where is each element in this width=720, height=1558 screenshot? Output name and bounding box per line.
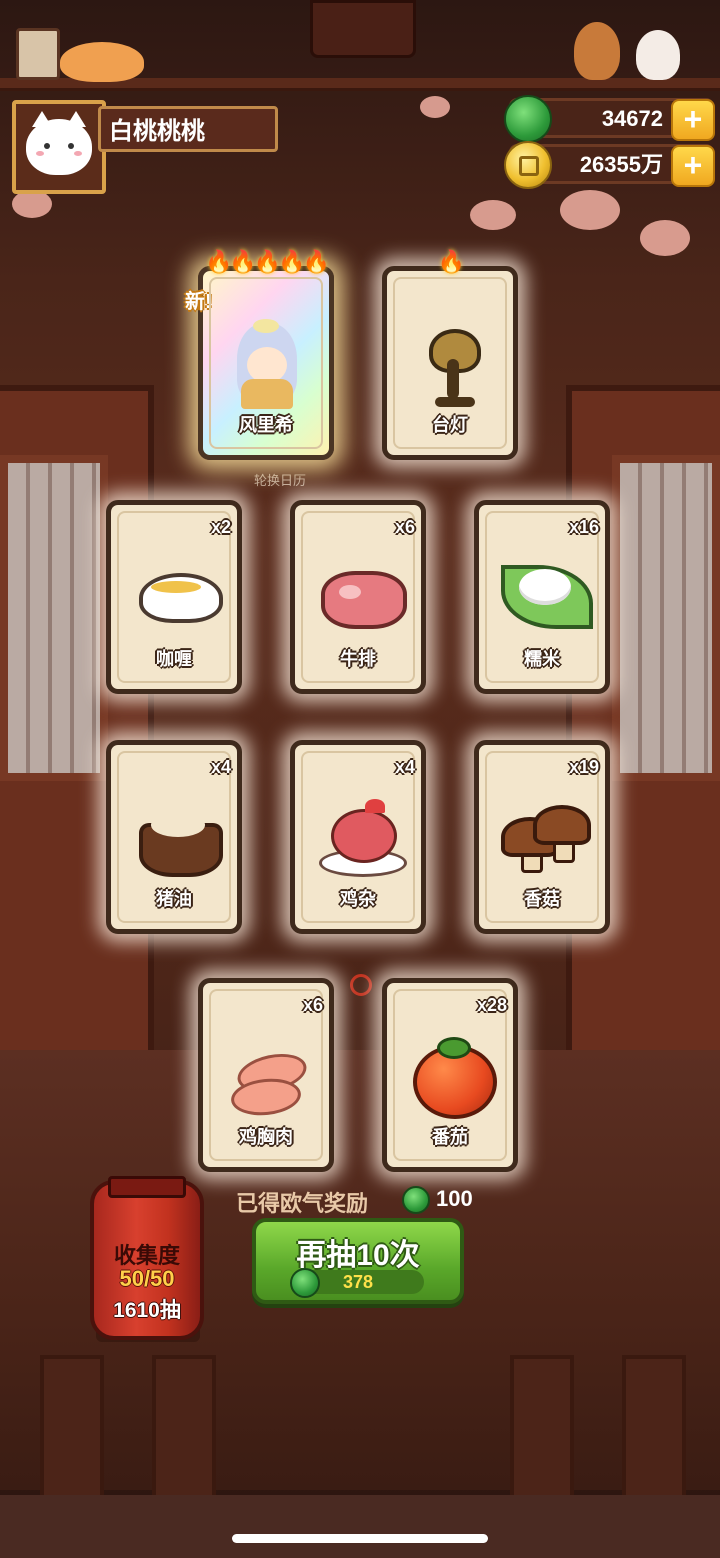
gold-currency-bar: 26355万 + — [504, 141, 715, 189]
card-quantity: x6 — [394, 517, 415, 537]
card-name: 咖喱 — [156, 649, 192, 669]
scroll-decoration-icon — [16, 28, 60, 80]
card-quantity: x28 — [476, 995, 507, 1015]
add-gold-button[interactable]: + — [671, 145, 715, 187]
white-cat-avatar-icon — [26, 111, 92, 175]
card-curry[interactable]: x2 咖喱 — [106, 500, 242, 694]
card-quantity: x4 — [210, 757, 231, 777]
card-name: 猪油 — [156, 889, 192, 909]
card-quantity: x4 — [394, 757, 415, 777]
card-fenglixi[interactable]: 🔥🔥🔥🔥🔥 新! 风里希 — [185, 249, 334, 460]
blossom-decoration — [12, 190, 52, 218]
bottom-bar — [0, 1495, 720, 1558]
flame-rating-icon: 🔥🔥🔥🔥🔥 — [205, 249, 330, 274]
fence-post — [622, 1355, 686, 1503]
collection-lantern[interactable]: 收集度 50/50 1610抽 — [90, 1176, 204, 1340]
player-avatar[interactable] — [12, 100, 106, 194]
card-lard[interactable]: x4 猪油 — [106, 740, 242, 934]
add-jade-button[interactable]: + — [671, 99, 715, 141]
card-quantity: x6 — [302, 995, 323, 1015]
steak-icon — [315, 553, 407, 639]
card-tomato[interactable]: x28 番茄 — [382, 978, 518, 1172]
chicken-breast-icon — [223, 1031, 310, 1119]
glutinous-rice-icon — [499, 553, 593, 639]
desk-lamp-icon — [407, 319, 493, 407]
card-name: 台灯 — [432, 415, 468, 435]
draw-again-label: 再抽10次 — [296, 1239, 420, 1272]
card-name: 香菇 — [524, 889, 560, 909]
tomato-icon — [407, 1031, 497, 1119]
card-name: 风里希 — [239, 415, 293, 435]
blossom-decoration — [470, 200, 516, 230]
collection-progress: 50/50 — [119, 1266, 175, 1291]
luck-reward-value: 100 — [436, 1186, 473, 1211]
fence-post — [152, 1355, 216, 1503]
fence-post — [510, 1355, 574, 1503]
card-desk-lamp[interactable]: 🔥 台灯 — [382, 249, 518, 460]
home-indicator[interactable] — [232, 1534, 488, 1543]
lard-icon — [131, 793, 223, 879]
card-name: 牛排 — [340, 649, 376, 669]
draw-cost: 378 — [342, 1272, 374, 1292]
card-chicken-giblets[interactable]: x4 鸡杂 — [290, 740, 426, 934]
jade-coin-icon — [504, 95, 552, 143]
boy-figure-decoration — [574, 22, 620, 80]
card-name: 鸡胸肉 — [239, 1127, 293, 1147]
blossom-decoration — [640, 220, 690, 256]
card-quantity: x2 — [210, 517, 231, 537]
chicken-giblets-icon — [315, 793, 407, 879]
draw-again-button[interactable]: 再抽10次 378 — [252, 1218, 464, 1304]
blossom-decoration — [420, 96, 450, 118]
blossom-decoration — [560, 190, 620, 230]
card-quantity: x16 — [568, 517, 599, 537]
rotation-calendar-label: 轮换日历 — [254, 473, 307, 488]
card-shiitake[interactable]: x19 香菇 — [474, 740, 610, 934]
tabby-cat-decoration — [60, 42, 144, 82]
top-sign-mascot — [310, 0, 416, 58]
copper-coin-icon — [504, 141, 552, 189]
left-window — [0, 455, 108, 781]
jade-currency-bar: 34672 + — [504, 95, 715, 143]
player-name: 白桃桃桃 — [98, 106, 278, 152]
target-marker-icon — [350, 974, 372, 996]
new-badge: 新! — [185, 291, 212, 313]
flame-rating-icon: 🔥 — [437, 249, 465, 274]
character-portrait-icon — [223, 319, 309, 409]
gold-amount: 26355万 — [579, 152, 663, 177]
card-name: 糯米 — [524, 649, 560, 669]
right-window — [612, 455, 720, 781]
card-quantity: x19 — [568, 757, 599, 777]
jade-coin-icon — [402, 1186, 430, 1214]
card-steak[interactable]: x6 牛排 — [290, 500, 426, 694]
white-cat-decoration — [636, 30, 680, 80]
card-name: 番茄 — [432, 1127, 468, 1147]
luck-reward-label: 已得欧气奖励 — [236, 1191, 369, 1216]
fence-post — [40, 1355, 104, 1503]
card-name: 鸡杂 — [340, 889, 376, 909]
jade-amount: 34672 — [601, 106, 663, 131]
card-glutinous-rice[interactable]: x16 糯米 — [474, 500, 610, 694]
collection-draw-count: 1610抽 — [113, 1299, 181, 1322]
shiitake-icon — [499, 793, 591, 879]
curry-icon — [131, 553, 223, 639]
card-chicken-breast[interactable]: x6 鸡胸肉 — [198, 978, 334, 1172]
